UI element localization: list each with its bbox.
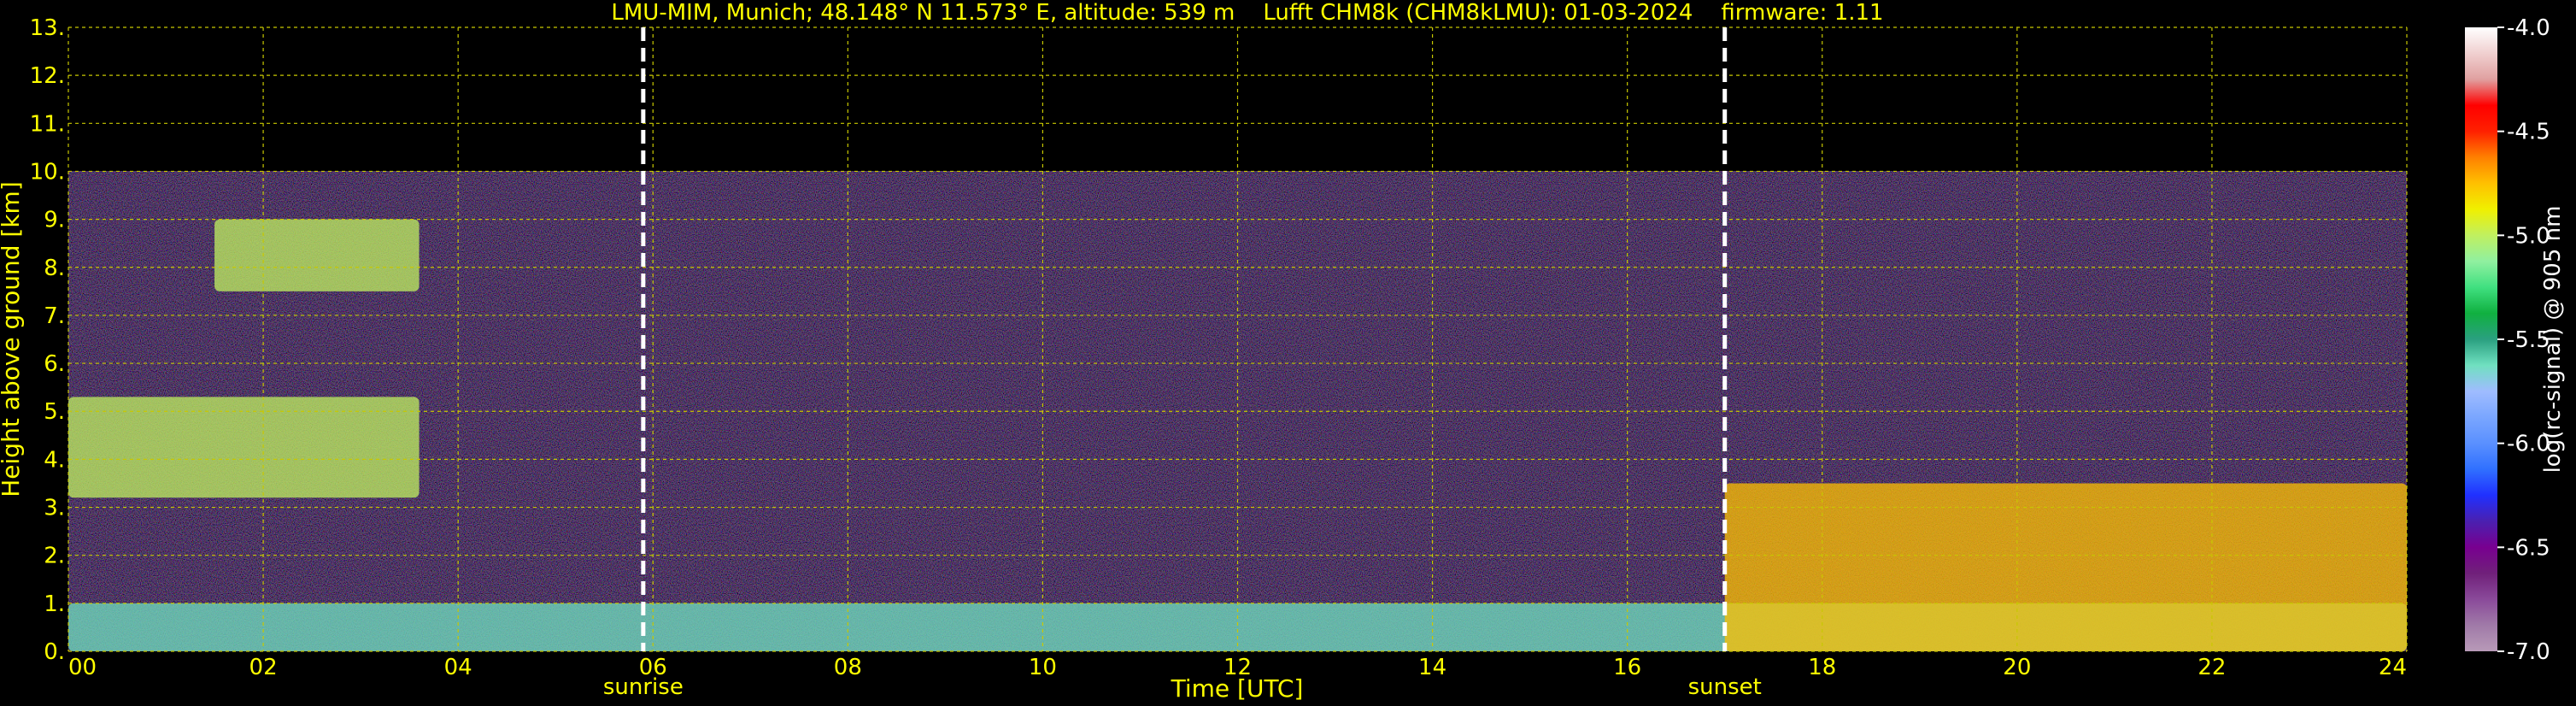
- x-tick-label: 22: [2198, 655, 2226, 680]
- y-tick-label: 4.: [44, 447, 65, 473]
- x-tick-label: 20: [2003, 655, 2031, 680]
- y-tick-label: 2.: [44, 544, 65, 569]
- y-tick-label: 8.: [44, 256, 65, 281]
- y-tick-label: 5.: [44, 399, 65, 425]
- x-tick-label: 18: [1808, 655, 1836, 680]
- colorbar: [2465, 27, 2497, 651]
- y-tick-label: 6.: [44, 351, 65, 377]
- feature-1: [214, 219, 420, 291]
- y-tick-label: 3.: [44, 496, 65, 521]
- y-tick-label: 10.: [30, 159, 65, 185]
- chart-svg: sunrise sunset 00 02 04 06 08 10 12 14 16 18 20 22 24…: [0, 15, 2566, 703]
- x-tick-label: 14: [1418, 655, 1446, 680]
- x-tick-label: 02: [249, 655, 278, 680]
- y-tick-label: 12.: [30, 63, 65, 89]
- y-tick-label: 7.: [44, 303, 65, 329]
- y-tick-label: 1.: [44, 591, 65, 617]
- x-tick-label: 10: [1029, 655, 1057, 680]
- x-tick-label: 16: [1613, 655, 1641, 680]
- x-axis-label: Time [UTC]: [1171, 674, 1304, 703]
- colorbar-tick-label: -6.5: [2507, 535, 2550, 561]
- x-tick-label: 04: [444, 655, 472, 680]
- colorbar-tick-label: -4.0: [2507, 15, 2550, 41]
- x-tick-label: 24: [2379, 655, 2407, 680]
- feature-3: [1724, 483, 2407, 651]
- y-tick-labels: 0. 1. 2. 3. 4. 5. 6. 7. 8. 9. 10. 11. 12. 13.: [30, 15, 65, 665]
- y-tick-label: 0.: [44, 639, 65, 665]
- colorbar-label: log(rc-signal) @ 905 nm: [2540, 206, 2566, 474]
- sunset-label: sunset: [1688, 674, 1762, 700]
- x-tick-label: 06: [639, 655, 667, 680]
- colorbar-tick-label: -4.5: [2507, 120, 2550, 145]
- y-tick-label: 13.: [30, 15, 65, 41]
- x-tick-label: 00: [68, 655, 97, 680]
- colorbar-tick-label: -7.0: [2507, 639, 2550, 665]
- y-axis-label: Height above ground [km]: [0, 181, 25, 497]
- y-tick-label: 11.: [30, 111, 65, 137]
- feature-2: [68, 397, 420, 498]
- y-tick-label: 9.: [44, 208, 65, 233]
- x-tick-label: 08: [834, 655, 862, 680]
